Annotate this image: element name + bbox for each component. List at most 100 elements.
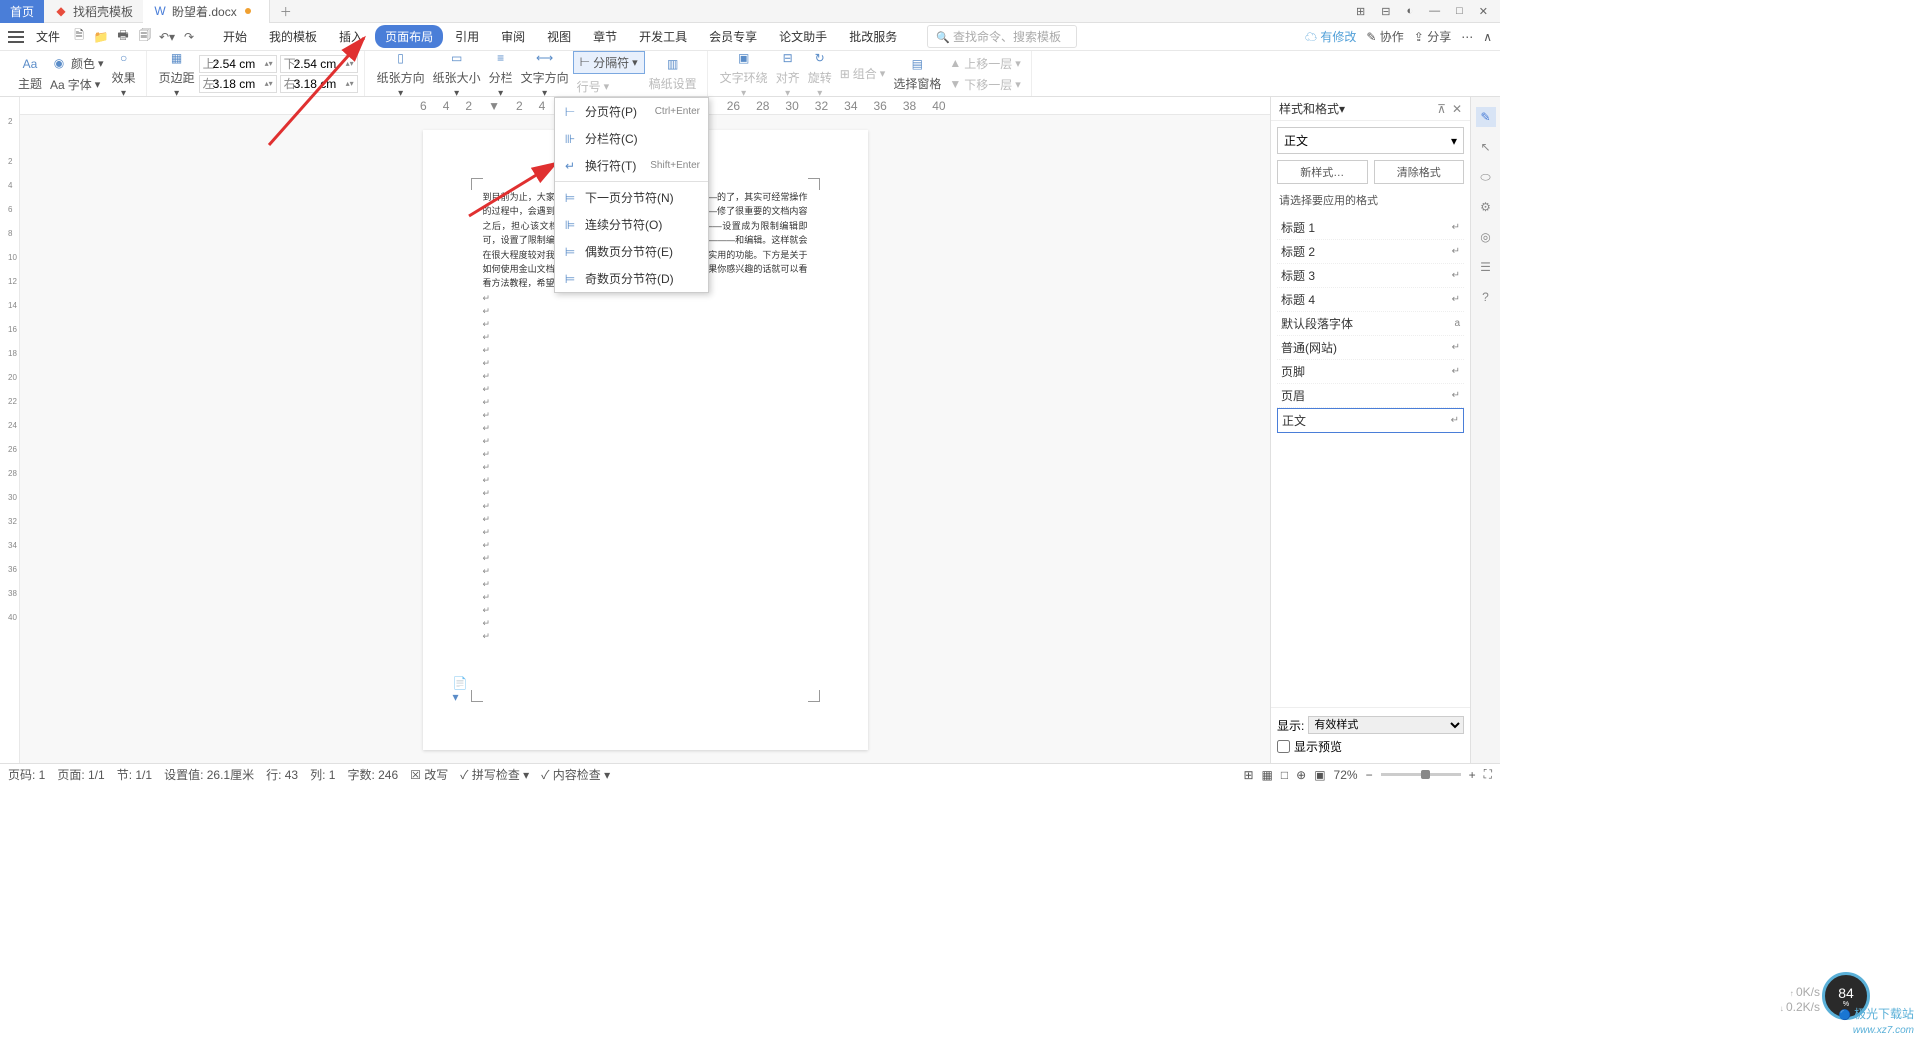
tab-references[interactable]: 引用 bbox=[445, 25, 489, 48]
panel-close-icon[interactable]: ✕ bbox=[1452, 102, 1462, 116]
open-icon[interactable]: 📁 bbox=[92, 28, 110, 46]
group-button[interactable]: ⊞组合▾ bbox=[836, 63, 890, 84]
style-show-select[interactable]: 有效样式 bbox=[1308, 716, 1464, 734]
margin-bottom-input[interactable]: 下:2.54 cm▴▾ bbox=[280, 55, 358, 73]
print-icon[interactable]: 🖶 bbox=[114, 28, 132, 46]
print-preview-icon[interactable]: 🗐 bbox=[136, 28, 154, 46]
coop-button[interactable]: ✎ 协作 bbox=[1366, 28, 1403, 45]
line-break-item[interactable]: ↵换行符(T)Shift+Enter bbox=[555, 152, 708, 179]
next-page-section-item[interactable]: ⊨下一页分节符(N) bbox=[555, 184, 708, 211]
clear-format-button[interactable]: 清除格式 bbox=[1374, 160, 1465, 184]
pin-icon[interactable]: ⊼ bbox=[1437, 102, 1446, 116]
effect-button[interactable]: ○效果▾ bbox=[108, 47, 140, 101]
file-menu[interactable]: 文件 bbox=[30, 26, 66, 47]
style-item-header[interactable]: 页眉↵ bbox=[1277, 384, 1464, 408]
page-footer-icon[interactable]: 📄▾ bbox=[453, 676, 467, 690]
more-icon[interactable]: ⋯ bbox=[1461, 30, 1473, 44]
continuous-section-item[interactable]: ⊫连续分节符(O) bbox=[555, 211, 708, 238]
tab-dev-tools[interactable]: 开发工具 bbox=[629, 25, 697, 48]
send-backward-button[interactable]: ▼下移一层▾ bbox=[945, 74, 1024, 95]
odd-page-section-item[interactable]: ⊨奇数页分节符(D) bbox=[555, 265, 708, 292]
status-pages[interactable]: 页面: 1/1 bbox=[57, 766, 104, 783]
command-search-input[interactable]: 🔍 查找命令、搜索模板 bbox=[927, 25, 1077, 48]
page-margin-button[interactable]: ▦页边距▾ bbox=[155, 47, 199, 101]
tab-start[interactable]: 开始 bbox=[213, 25, 257, 48]
side-nav-icon[interactable]: ☰ bbox=[1476, 257, 1496, 277]
tab-insert[interactable]: 插入 bbox=[329, 25, 373, 48]
tab-review[interactable]: 审阅 bbox=[491, 25, 535, 48]
page-break-item[interactable]: ⊢分页符(P)Ctrl+Enter bbox=[555, 98, 708, 125]
bring-forward-button[interactable]: ▲上移一层▾ bbox=[945, 53, 1024, 74]
color-button[interactable]: ◉颜色▾ bbox=[46, 52, 108, 74]
line-number-button[interactable]: 行号▾ bbox=[573, 76, 645, 97]
side-settings-icon[interactable]: ⚙ bbox=[1476, 197, 1496, 217]
align-button[interactable]: ⊟对齐▾ bbox=[772, 47, 804, 101]
side-help-icon[interactable]: ? bbox=[1476, 287, 1496, 307]
side-shape-icon[interactable]: ⬭ bbox=[1476, 167, 1496, 187]
column-break-item[interactable]: ⊪分栏符(C) bbox=[555, 125, 708, 152]
paper-setting-button[interactable]: ▥稿纸设置 bbox=[645, 53, 701, 94]
view-icon-3[interactable]: □ bbox=[1281, 768, 1288, 782]
skin-icon[interactable]: ◐ bbox=[1402, 3, 1417, 19]
margin-left-input[interactable]: 左:3.18 cm▴▾ bbox=[199, 75, 277, 93]
hamburger-icon[interactable] bbox=[8, 31, 24, 43]
side-location-icon[interactable]: ◎ bbox=[1476, 227, 1496, 247]
collapse-ribbon-icon[interactable]: ∧ bbox=[1483, 30, 1492, 44]
theme-button[interactable]: Aa主题 bbox=[14, 53, 46, 94]
tab-templates[interactable]: ◆ 找稻壳模板 bbox=[44, 0, 143, 23]
layout-icon[interactable]: ⊞ bbox=[1352, 3, 1369, 20]
zoom-slider[interactable] bbox=[1381, 773, 1461, 776]
status-spellcheck[interactable]: ✓ 拼写检查 ▾ bbox=[460, 766, 529, 783]
new-icon[interactable]: 🗎 bbox=[70, 28, 88, 46]
style-item-h2[interactable]: 标题 2↵ bbox=[1277, 240, 1464, 264]
style-item-footer[interactable]: 页脚↵ bbox=[1277, 360, 1464, 384]
break-dropdown-button[interactable]: ⊢分隔符▾ bbox=[573, 51, 645, 74]
style-item-h3[interactable]: 标题 3↵ bbox=[1277, 264, 1464, 288]
style-item-normal-web[interactable]: 普通(网站)↵ bbox=[1277, 336, 1464, 360]
text-wrap-button[interactable]: ▣文字环绕▾ bbox=[716, 47, 772, 101]
status-revise[interactable]: ☒ 改写 bbox=[410, 766, 448, 783]
has-changes-button[interactable]: ☁ 有修改 bbox=[1305, 28, 1356, 45]
current-style-select[interactable]: 正文▾ bbox=[1277, 127, 1464, 154]
view-icon-4[interactable]: ⊕ bbox=[1296, 768, 1306, 782]
close-button[interactable]: ✕ bbox=[1475, 3, 1492, 20]
zoom-value[interactable]: 72% bbox=[1334, 768, 1358, 782]
tab-home[interactable]: 首页 bbox=[0, 0, 44, 23]
status-content-check[interactable]: ✓ 内容检查 ▾ bbox=[541, 766, 610, 783]
tab-add-button[interactable]: ＋ bbox=[270, 3, 302, 20]
undo-icon[interactable]: ↶▾ bbox=[158, 28, 176, 46]
orientation-button[interactable]: ▯纸张方向▾ bbox=[373, 47, 429, 101]
side-select-icon[interactable]: ↖ bbox=[1476, 137, 1496, 157]
tab-document[interactable]: W 盼望着.docx bbox=[143, 0, 270, 23]
style-item-h4[interactable]: 标题 4↵ bbox=[1277, 288, 1464, 312]
selection-pane-button[interactable]: ▤选择窗格 bbox=[889, 53, 945, 94]
new-style-button[interactable]: 新样式… bbox=[1277, 160, 1368, 184]
tab-chapter[interactable]: 章节 bbox=[583, 25, 627, 48]
share-button[interactable]: ⇪ 分享 bbox=[1414, 28, 1451, 45]
tab-paper-helper[interactable]: 论文助手 bbox=[769, 25, 837, 48]
margin-top-input[interactable]: 上:2.54 cm▴▾ bbox=[199, 55, 277, 73]
margin-right-input[interactable]: 右:3.18 cm▴▾ bbox=[280, 75, 358, 93]
paper-size-button[interactable]: ▭纸张大小▾ bbox=[429, 47, 485, 101]
status-page-number[interactable]: 页码: 1 bbox=[8, 766, 45, 783]
rotate-button[interactable]: ↻旋转▾ bbox=[804, 47, 836, 101]
tab-member[interactable]: 会员专享 bbox=[699, 25, 767, 48]
tab-mytemplate[interactable]: 我的模板 bbox=[259, 25, 327, 48]
tab-view[interactable]: 视图 bbox=[537, 25, 581, 48]
apps-icon[interactable]: ⊟ bbox=[1377, 3, 1394, 20]
side-style-icon[interactable]: ✎ bbox=[1476, 107, 1496, 127]
style-item-h1[interactable]: 标题 1↵ bbox=[1277, 216, 1464, 240]
view-icon-2[interactable]: ▦ bbox=[1262, 768, 1273, 782]
text-direction-button[interactable]: ⟷文字方向▾ bbox=[517, 47, 573, 101]
status-section[interactable]: 节: 1/1 bbox=[117, 766, 152, 783]
zoom-in-button[interactable]: + bbox=[1469, 768, 1476, 782]
maximize-button[interactable]: □ bbox=[1452, 3, 1467, 19]
style-item-default-font[interactable]: 默认段落字体a bbox=[1277, 312, 1464, 336]
minimize-button[interactable]: — bbox=[1425, 3, 1444, 19]
zoom-out-button[interactable]: − bbox=[1366, 768, 1373, 782]
view-icon-1[interactable]: ⊞ bbox=[1243, 768, 1253, 782]
font-button[interactable]: Aa 字体▾ bbox=[46, 74, 108, 95]
redo-icon[interactable]: ↷ bbox=[180, 28, 198, 46]
fullscreen-icon[interactable]: ⛶ bbox=[1484, 767, 1492, 782]
columns-button[interactable]: ≡分栏▾ bbox=[485, 47, 517, 101]
